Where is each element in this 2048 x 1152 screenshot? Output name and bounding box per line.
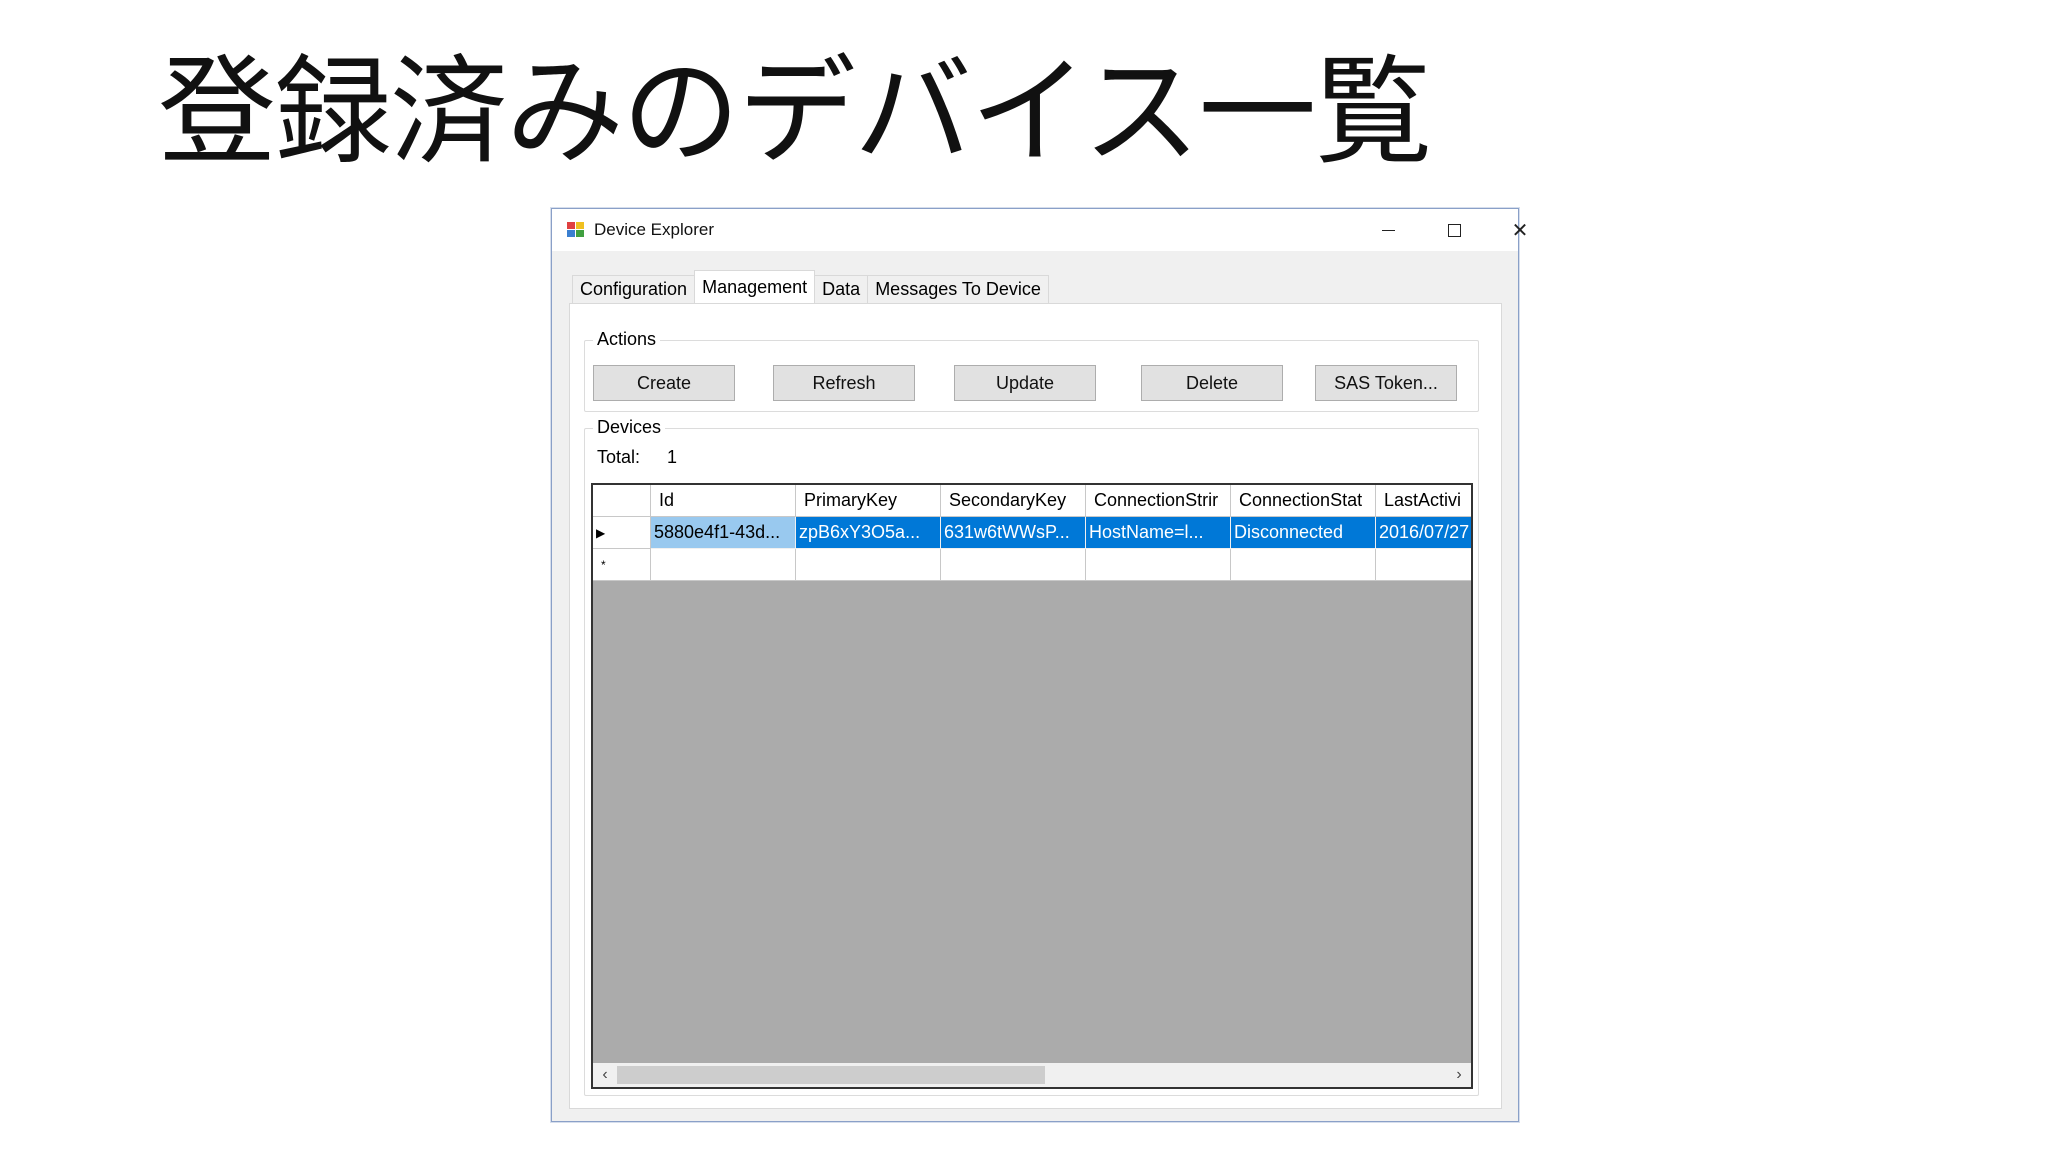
column-header-secondarykey[interactable]: SecondaryKey (941, 485, 1086, 517)
row-header-corner[interactable] (593, 485, 651, 517)
new-cell-primarykey[interactable] (796, 549, 941, 581)
window-title: Device Explorer (594, 220, 714, 239)
minimize-icon (1381, 229, 1395, 231)
new-cell-secondarykey[interactable] (941, 549, 1086, 581)
close-button[interactable]: ✕ (1487, 209, 1553, 251)
device-explorer-window: Device Explorer ✕ Configuration Manageme… (551, 208, 1528, 1122)
slide-title: 登録済みのデバイス一覧 (158, 43, 1432, 181)
scroll-right-icon[interactable]: › (1449, 1063, 1469, 1087)
cell-id[interactable]: 5880e4f1-43d... (651, 517, 796, 549)
cell-secondarykey[interactable]: 631w6tWWsP... (941, 517, 1086, 549)
new-cell-connectionstate[interactable] (1231, 549, 1376, 581)
actions-group-label: Actions (593, 329, 661, 350)
devices-group: Devices Total: 1 Id PrimaryKey Secondary… (584, 417, 1479, 1096)
new-cell-id[interactable] (651, 549, 796, 581)
horizontal-scrollbar[interactable]: ‹ › (593, 1063, 1471, 1087)
tab-configuration[interactable]: Configuration (572, 275, 696, 303)
column-header-id[interactable]: Id (651, 485, 796, 517)
new-row[interactable]: * (593, 549, 1471, 581)
refresh-button[interactable]: Refresh (773, 365, 915, 401)
actions-group: Actions Create Refresh Update Delete SAS… (584, 329, 1479, 412)
maximize-icon (1447, 223, 1461, 237)
management-panel: Actions Create Refresh Update Delete SAS… (569, 303, 1502, 1109)
total-label: Total: (597, 447, 641, 467)
cell-connectionstring[interactable]: HostName=l... (1086, 517, 1231, 549)
total-value: 1 (667, 447, 678, 467)
devices-grid[interactable]: Id PrimaryKey SecondaryKey ConnectionStr… (591, 483, 1473, 1089)
scrollbar-thumb[interactable] (617, 1066, 1045, 1084)
cell-lastactivity[interactable]: 2016/07/27 (1376, 517, 1471, 549)
close-icon: ✕ (1511, 219, 1529, 242)
delete-button[interactable]: Delete (1141, 365, 1283, 401)
cell-primarykey[interactable]: zpB6xY3O5a... (796, 517, 941, 549)
new-cell-connectionstring[interactable] (1086, 549, 1231, 581)
sas-token-button[interactable]: SAS Token... (1315, 365, 1457, 401)
scroll-left-icon[interactable]: ‹ (595, 1063, 615, 1087)
title-bar[interactable]: Device Explorer ✕ (552, 209, 1528, 251)
grid-header-row: Id PrimaryKey SecondaryKey ConnectionStr… (593, 485, 1471, 517)
column-header-primarykey[interactable]: PrimaryKey (796, 485, 941, 517)
device-explorer-icon (567, 222, 585, 239)
tab-management[interactable]: Management (694, 270, 816, 303)
tab-messages-to-device[interactable]: Messages To Device (867, 275, 1049, 303)
tab-strip: Configuration Management Data Messages T… (572, 270, 1049, 303)
maximize-button[interactable] (1421, 209, 1487, 251)
minimize-button[interactable] (1355, 209, 1421, 251)
column-header-lastactivity[interactable]: LastActivi (1376, 485, 1471, 517)
create-button[interactable]: Create (593, 365, 735, 401)
column-header-connectionstring[interactable]: ConnectionStrir (1086, 485, 1231, 517)
new-row-marker[interactable]: * (593, 549, 651, 581)
row-marker-icon[interactable]: ▶ (593, 517, 651, 549)
column-header-connectionstate[interactable]: ConnectionStat (1231, 485, 1376, 517)
new-cell-lastactivity[interactable] (1376, 549, 1471, 581)
tab-data[interactable]: Data (814, 275, 869, 303)
devices-group-label: Devices (593, 417, 666, 438)
update-button[interactable]: Update (954, 365, 1096, 401)
table-row[interactable]: ▶ 5880e4f1-43d... zpB6xY3O5a... 631w6tWW… (593, 517, 1471, 549)
cell-connectionstate[interactable]: Disconnected (1231, 517, 1376, 549)
